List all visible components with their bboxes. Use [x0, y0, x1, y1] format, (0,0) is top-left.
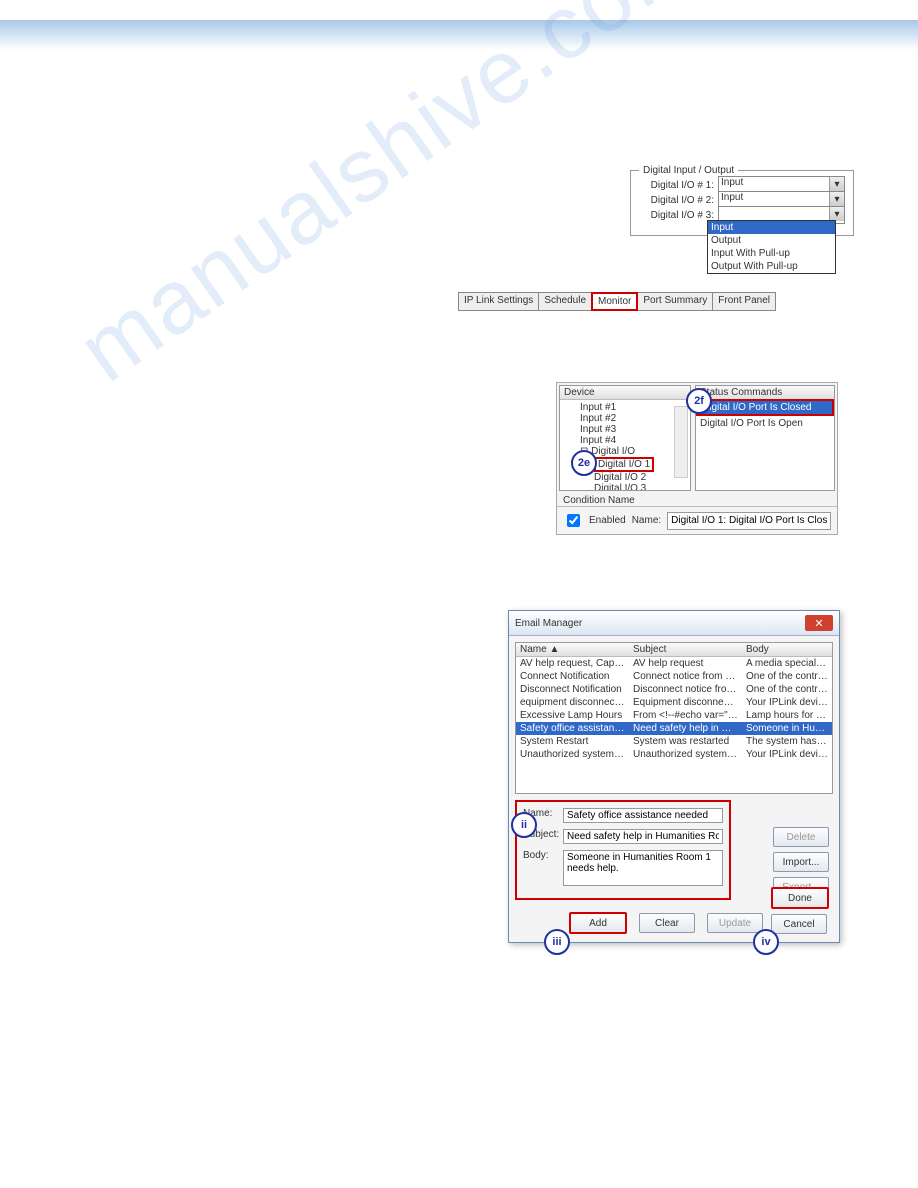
email-list: Name ▲ Subject Body AV help request, Cap…	[515, 642, 833, 794]
email-manager-dialog: Email Manager ✕ Name ▲ Subject Body AV h…	[508, 610, 840, 943]
callout-marker-ii: ii	[511, 812, 537, 838]
callout-marker-iii: iii	[544, 929, 570, 955]
email-row-selected[interactable]: Safety office assistance neededNeed safe…	[516, 722, 832, 735]
device-header: Device	[560, 386, 690, 400]
col-subject[interactable]: Subject	[629, 643, 742, 656]
dropdown-option[interactable]: Output	[708, 234, 835, 247]
status-list: Digital I/O Port Is Closed Digital I/O P…	[696, 400, 834, 430]
tab-iplink-settings[interactable]: IP Link Settings	[458, 292, 539, 311]
status-row-closed[interactable]: Digital I/O Port Is Closed	[696, 399, 834, 416]
close-icon[interactable]: ✕	[805, 615, 833, 631]
callout-marker-iv: iv	[753, 929, 779, 955]
device-tree[interactable]: Input #1 Input #2 Input #3 Input #4 ⊟ Di…	[560, 400, 690, 491]
enabled-label: Enabled	[589, 515, 626, 526]
update-button[interactable]: Update	[707, 913, 763, 933]
email-row[interactable]: Disconnect NotificationDisconnect notice…	[516, 683, 832, 696]
email-row[interactable]: AV help request, CappuccinoAV help reque…	[516, 657, 832, 670]
digital-io-value-1: Input	[721, 177, 743, 188]
form-body-input[interactable]: Someone in Humanities Room 1 needs help.	[563, 850, 723, 886]
col-body[interactable]: Body	[742, 643, 832, 656]
email-row[interactable]: Unauthorized system activityUnauthorized…	[516, 748, 832, 761]
tree-node-digital-io-3[interactable]: Digital I/O 3	[562, 483, 688, 491]
import-button[interactable]: Import...	[773, 852, 829, 872]
email-row[interactable]: Excessive Lamp HoursFrom <!--#echo var="…	[516, 709, 832, 722]
tree-node-input[interactable]: Input #2	[562, 413, 688, 424]
scrollbar[interactable]	[674, 406, 688, 478]
condition-row: Enabled Name:	[557, 506, 837, 534]
tree-node-input[interactable]: Input #4	[562, 435, 688, 446]
digital-io-dropdown-open[interactable]: Input Output Input With Pull-up Output W…	[707, 220, 836, 274]
tree-node-input[interactable]: Input #1	[562, 402, 688, 413]
email-list-header: Name ▲ Subject Body	[516, 643, 832, 657]
delete-button[interactable]: Delete	[773, 827, 829, 847]
dropdown-option[interactable]: Input With Pull-up	[708, 247, 835, 260]
tab-bar: IP Link Settings Schedule Monitor Port S…	[458, 292, 775, 311]
chevron-down-icon: ▾	[829, 192, 844, 206]
form-body-label: Body:	[523, 850, 563, 886]
digital-io-value-2: Input	[721, 192, 743, 203]
callout-marker-2e: 2e	[571, 450, 597, 476]
tree-node-input[interactable]: Input #3	[562, 424, 688, 435]
cancel-button[interactable]: Cancel	[771, 914, 827, 934]
digital-io-label-2: Digital I/O # 2:	[639, 195, 714, 206]
watermark-text: manualshive.com	[61, 0, 718, 403]
condition-name-input[interactable]	[667, 512, 831, 530]
dialog-titlebar[interactable]: Email Manager ✕	[509, 611, 839, 636]
dropdown-option[interactable]: Output With Pull-up	[708, 260, 835, 273]
clear-button[interactable]: Clear	[639, 913, 695, 933]
enabled-checkbox[interactable]	[567, 514, 580, 527]
email-row[interactable]: System RestartSystem was restartedThe sy…	[516, 735, 832, 748]
digital-io-label-1: Digital I/O # 1:	[639, 180, 714, 191]
add-button[interactable]: Add	[569, 912, 627, 934]
dialog-title-text: Email Manager	[515, 618, 582, 629]
digital-io-legend: Digital Input / Output	[639, 165, 738, 176]
callout-marker-2f: 2f	[686, 388, 712, 414]
form-subject-input[interactable]	[563, 829, 723, 844]
status-commands-column: Status Commands Digital I/O Port Is Clos…	[695, 385, 835, 491]
email-form: Name: Subject: Body: Someone in Humaniti…	[515, 800, 731, 900]
tab-port-summary[interactable]: Port Summary	[637, 292, 713, 311]
done-button[interactable]: Done	[771, 887, 829, 909]
tab-monitor[interactable]: Monitor	[591, 292, 638, 311]
email-row[interactable]: equipment disconnectionEquipment disconn…	[516, 696, 832, 709]
dropdown-option[interactable]: Input	[708, 221, 835, 234]
status-header: Status Commands	[696, 386, 834, 400]
condition-name-legend: Condition Name	[557, 493, 837, 506]
chevron-down-icon: ▾	[829, 177, 844, 191]
digital-io-label-3: Digital I/O # 3:	[639, 210, 714, 221]
name-label: Name:	[632, 515, 661, 526]
col-name[interactable]: Name ▲	[516, 643, 629, 656]
page-header-bar	[0, 20, 918, 50]
form-name-input[interactable]	[563, 808, 723, 823]
tab-front-panel[interactable]: Front Panel	[712, 292, 776, 311]
status-row-open[interactable]: Digital I/O Port Is Open	[696, 417, 834, 430]
email-row[interactable]: Connect NotificationConnect notice from …	[516, 670, 832, 683]
chevron-down-icon: ▾	[829, 207, 844, 221]
tab-schedule[interactable]: Schedule	[538, 292, 592, 311]
